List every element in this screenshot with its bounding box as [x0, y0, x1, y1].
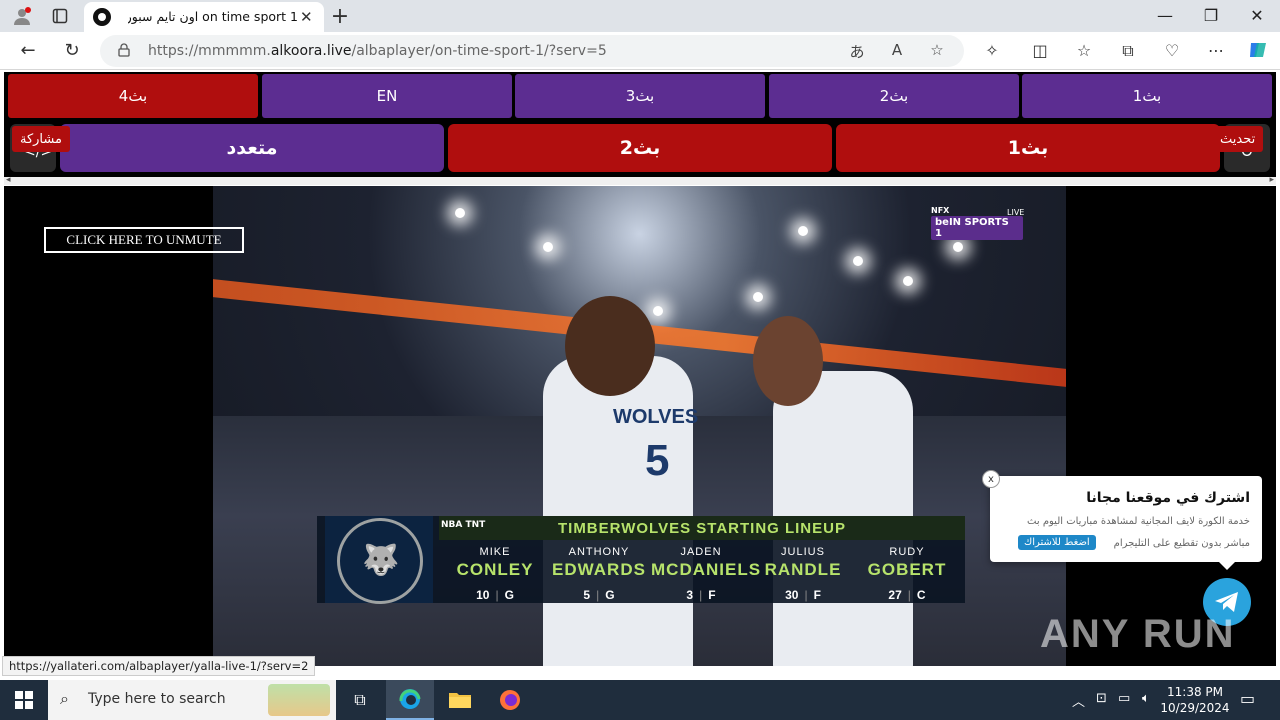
restore-icon[interactable]: ❐	[1196, 6, 1226, 25]
file-explorer-icon[interactable]	[436, 680, 484, 720]
subscribe-button[interactable]: اضغط للاشتراك	[1018, 535, 1096, 550]
lineup-stat: 10 | G	[476, 588, 514, 602]
player-edwards	[543, 356, 693, 666]
lineup-graphic: TIMBERWOLVES STARTING LINEUP NBA TNT MIK…	[317, 516, 965, 604]
refresh-label: تحديث	[1212, 126, 1264, 152]
reload-icon[interactable]: ↻	[60, 39, 84, 63]
close-window-icon[interactable]: ✕	[1242, 6, 1272, 25]
url-text: https://mmmmm.alkoora.live/albaplayer/on…	[148, 43, 607, 59]
video-player[interactable]: WOLVES 5 NFX beIN SPORTS 1 LIVE TIMBERWO…	[4, 186, 1276, 666]
lineup-stat: 3 | F	[686, 588, 716, 602]
copilot-icon[interactable]	[1246, 39, 1270, 63]
jersey-number: 5	[645, 436, 670, 485]
video-frame[interactable]: WOLVES 5 NFX beIN SPORTS 1 LIVE TIMBERWO…	[213, 186, 1066, 666]
address-toolbar: ← ↻ https://mmmmm.alkoora.live/albaplaye…	[0, 32, 1280, 70]
clock-date: 10/29/2024	[1160, 701, 1230, 715]
lineup-title: TIMBERWOLVES STARTING LINEUP	[439, 516, 965, 540]
close-tab-icon[interactable]: ✕	[300, 8, 313, 26]
firefox-icon[interactable]	[486, 680, 534, 720]
tab-actions-icon[interactable]	[48, 4, 72, 28]
server-button-en[interactable]: EN	[262, 74, 512, 118]
main-server-1-button[interactable]: بث1	[836, 124, 1220, 172]
lock-icon	[118, 43, 130, 57]
collections-icon[interactable]: ⧉	[1116, 39, 1140, 63]
tray-device-icon[interactable]: ⊡	[1096, 691, 1107, 706]
horizontal-scrollbar[interactable]: ◂ ▸	[4, 175, 1276, 185]
promo-text: مباشر بدون تقطيع على التليجرام	[1113, 538, 1250, 549]
timberwolves-logo	[325, 516, 433, 604]
browser-essentials-icon[interactable]: ♡	[1160, 39, 1184, 63]
nba-tnt-logo: NBA TNT	[441, 520, 486, 530]
lineup-player: RUDY GOBERT	[867, 546, 947, 579]
channel-logo: NFX beIN SPORTS 1 LIVE	[931, 206, 1025, 240]
taskbar-search[interactable]: ⌕ Type here to search	[48, 680, 336, 720]
translate-icon[interactable]: あ	[846, 41, 868, 62]
search-placeholder: Type here to search	[88, 691, 226, 707]
share-label: مشاركة	[12, 126, 70, 152]
lineup-stat: 30 | F	[785, 588, 821, 602]
windows-taskbar: ⌕ Type here to search ⧉ ︿ ⊡ ▭ 🔈︎ 11:38 P…	[0, 680, 1280, 720]
tray-chevron-icon[interactable]: ︿	[1072, 691, 1085, 710]
lineup-player: MIKE CONLEY	[456, 546, 534, 579]
soccer-ball-icon	[93, 8, 111, 26]
multi-server-button[interactable]: متعدد	[60, 124, 444, 172]
lineup-player: ANTHONY EDWARDS	[552, 546, 646, 579]
telegram-promo-popup: اشترك في موقعنا مجانا خدمة الكورة لايف ا…	[990, 476, 1262, 562]
windows-start-icon[interactable]	[0, 680, 48, 720]
lineup-stat: 5 | G	[583, 588, 615, 602]
unmute-button[interactable]: CLICK HERE TO UNMUTE	[44, 227, 244, 253]
server-button-3[interactable]: بث3	[515, 74, 765, 118]
new-tab-icon[interactable]: +	[328, 4, 352, 29]
more-menu-icon[interactable]: ⋯	[1204, 39, 1228, 63]
lineup-stat: 27 | C	[888, 588, 926, 602]
scroll-left-icon[interactable]: ◂	[6, 175, 11, 185]
promo-title: اشترك في موقعنا مجانا	[1086, 490, 1250, 506]
close-popup-icon[interactable]: x	[982, 470, 1000, 488]
scroll-right-icon[interactable]: ▸	[1269, 175, 1274, 185]
server-button-1[interactable]: بث1	[1022, 74, 1272, 118]
taskbar-clock[interactable]: 11:38 PM 10/29/2024	[1158, 684, 1232, 716]
favorites-icon[interactable]: ☆	[1072, 39, 1096, 63]
lineup-player: JULIUS RANDLE	[764, 546, 842, 579]
browser-tab-bar: on time sport 1 اون تايم سبورت ✕ + — ❐ ✕	[0, 0, 1280, 32]
anyrun-watermark: ANY RUN	[1040, 612, 1236, 656]
network-icon[interactable]: ▭	[1118, 691, 1130, 706]
volume-icon[interactable]: 🔈︎	[1142, 691, 1150, 706]
server-selector: بث4 EN بث3 بث2 بث1 </> متعدد بث2 بث1 ↻ م…	[4, 72, 1276, 180]
status-bar-url: https://yallateri.com/albaplayer/yalla-l…	[2, 656, 316, 676]
promo-text: خدمة الكورة لايف المجانية لمشاهدة مباريا…	[1027, 516, 1250, 527]
main-server-2-button[interactable]: بث2	[448, 124, 832, 172]
edge-taskbar-icon[interactable]	[386, 680, 434, 720]
search-highlight-icon	[268, 684, 330, 716]
server-button-2[interactable]: بث2	[769, 74, 1019, 118]
address-bar[interactable]: https://mmmmm.alkoora.live/albaplayer/on…	[100, 35, 964, 67]
extensions-icon[interactable]: ✧	[980, 39, 1004, 63]
split-screen-icon[interactable]: ◫	[1028, 39, 1052, 63]
web-page: بث4 EN بث3 بث2 بث1 </> متعدد بث2 بث1 ↻ م…	[0, 70, 1280, 680]
search-icon: ⌕	[60, 689, 69, 708]
clock-time: 11:38 PM	[1167, 685, 1223, 699]
tab-title: on time sport 1 اون تايم سبورت	[128, 9, 298, 24]
lineup-player: JADEN MCDANIELS	[651, 546, 762, 579]
back-icon[interactable]: ←	[16, 39, 40, 63]
popup-pointer	[1219, 562, 1235, 570]
task-view-icon[interactable]: ⧉	[336, 680, 384, 720]
notifications-icon[interactable]: ▭	[1240, 689, 1255, 708]
minimize-icon[interactable]: —	[1150, 6, 1180, 25]
jersey-wolves-text: WOLVES	[613, 406, 699, 428]
profile-icon[interactable]	[10, 4, 34, 28]
server-button-4[interactable]: بث4	[8, 74, 258, 118]
read-aloud-icon[interactable]: A	[886, 41, 908, 59]
favorite-star-icon[interactable]: ☆	[926, 41, 948, 59]
tab-active[interactable]: on time sport 1 اون تايم سبورت ✕	[84, 2, 324, 32]
